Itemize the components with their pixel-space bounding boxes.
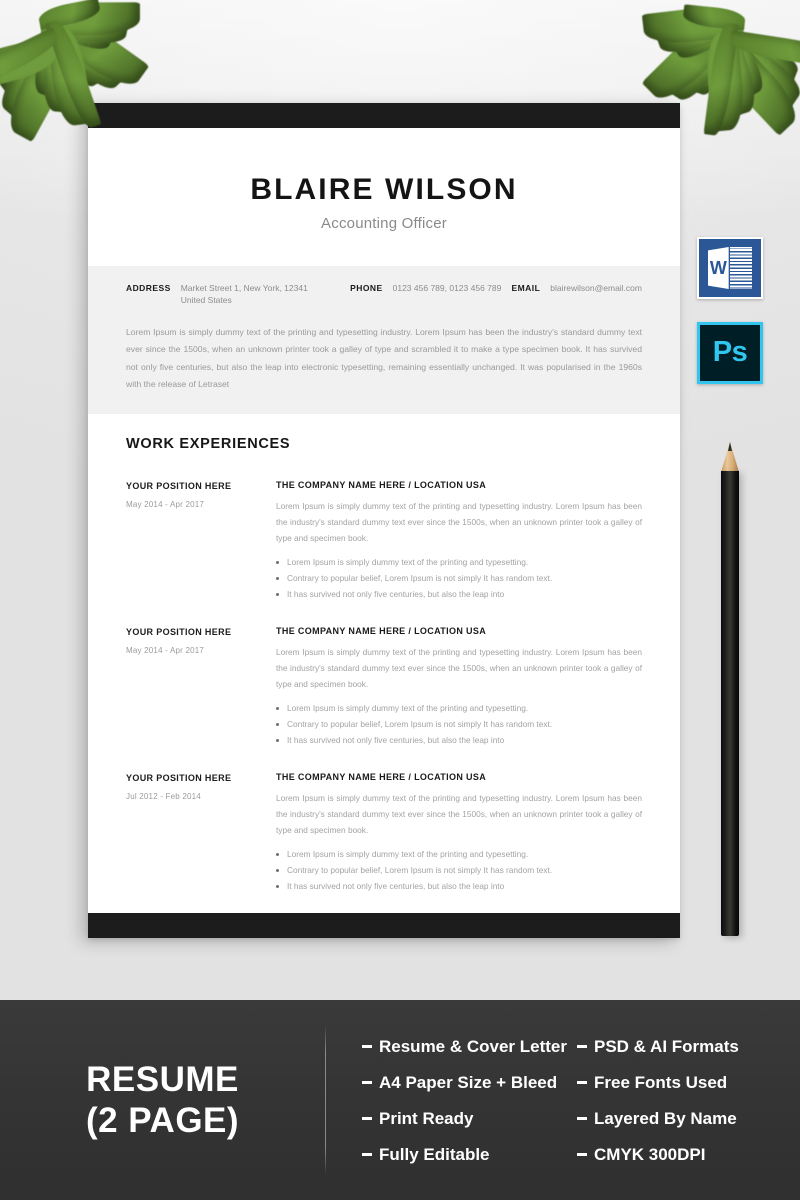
pencil-lead bbox=[728, 442, 732, 451]
page-top-black-bar bbox=[88, 103, 680, 128]
work-entry-description: Lorem Ipsum is simply dummy text of the … bbox=[276, 501, 642, 544]
work-entry-description: Lorem Ipsum is simply dummy text of the … bbox=[276, 793, 642, 836]
adobe-photoshop-icon[interactable]: Ps bbox=[697, 322, 763, 384]
contact-row: ADDRESS Market Street 1, New York, 12341… bbox=[126, 282, 642, 307]
resume-content: BLAIRE WILSON Accounting Officer ADDRESS… bbox=[88, 131, 680, 910]
work-entry-company: THE COMPANY NAME HERE / LOCATION USA bbox=[276, 480, 487, 491]
dash-icon bbox=[577, 1044, 587, 1048]
work-entry-bullet: Lorem Ipsum is simply dummy text of the … bbox=[276, 554, 642, 570]
work-entry-bullet: Contrary to popular belief, Lorem Ipsum … bbox=[276, 862, 642, 878]
dash-icon bbox=[362, 1116, 372, 1120]
banner-title-line-1: RESUME bbox=[86, 1059, 239, 1099]
feature-label: A4 Paper Size + Bleed bbox=[379, 1072, 558, 1092]
work-entry-company: THE COMPANY NAME HERE / LOCATION USA bbox=[276, 626, 487, 637]
feature-label: Print Ready bbox=[379, 1108, 474, 1128]
word-text-lines bbox=[729, 247, 752, 289]
page-bottom-black-bar bbox=[88, 913, 680, 938]
banner-title-line-2: (2 PAGE) bbox=[85, 1101, 240, 1140]
work-entry-bullet: Lorem Ipsum is simply dummy text of the … bbox=[276, 700, 642, 716]
feature-item: Print Ready bbox=[362, 1110, 577, 1127]
work-experience-entry: YOUR POSITION HERE Jul 2012 - Feb 2014 T… bbox=[126, 772, 642, 894]
feature-column-1: Resume & Cover Letter A4 Paper Size + Bl… bbox=[362, 1028, 577, 1172]
work-entry-bullet: It has survived not only five centuries,… bbox=[276, 732, 642, 748]
word-cover: W bbox=[708, 247, 729, 289]
work-entry-bullets: Lorem Ipsum is simply dummy text of the … bbox=[276, 846, 642, 895]
contact-address-value: Market Street 1, New York, 12341 United … bbox=[180, 283, 308, 306]
feature-item: PSD & AI Formats bbox=[577, 1038, 800, 1055]
resume-header: BLAIRE WILSON Accounting Officer bbox=[88, 131, 680, 266]
work-entry-bullets: Lorem Ipsum is simply dummy text of the … bbox=[276, 700, 642, 749]
feature-label: Free Fonts Used bbox=[594, 1072, 728, 1092]
product-info-banner: RESUME (2 PAGE) Resume & Cover Letter A4… bbox=[0, 1000, 800, 1200]
work-entry-bullet: It has survived not only five centuries,… bbox=[276, 878, 642, 894]
work-entry-description: Lorem Ipsum is simply dummy text of the … bbox=[276, 647, 642, 690]
work-entry-bullet: It has survived not only five centuries,… bbox=[276, 586, 642, 602]
profile-summary: Lorem Ipsum is simply dummy text of the … bbox=[126, 326, 642, 390]
work-entry-dates: Jul 2012 - Feb 2014 bbox=[126, 792, 201, 802]
photoshop-letter: Ps bbox=[712, 335, 748, 368]
feature-label: Fully Editable bbox=[379, 1144, 490, 1164]
work-entry-bullets: Lorem Ipsum is simply dummy text of the … bbox=[276, 554, 642, 603]
dash-icon bbox=[362, 1152, 372, 1156]
feature-item: Layered By Name bbox=[577, 1110, 800, 1127]
work-entry-detail: THE COMPANY NAME HERE / LOCATION USA Lor… bbox=[276, 772, 642, 894]
dash-icon bbox=[362, 1044, 372, 1048]
feature-item: A4 Paper Size + Bleed bbox=[362, 1074, 577, 1091]
feature-item: CMYK 300DPI bbox=[577, 1146, 800, 1163]
work-entry-detail: THE COMPANY NAME HERE / LOCATION USA Lor… bbox=[276, 626, 642, 748]
contact-email-label: EMAIL bbox=[511, 282, 541, 293]
work-entry-meta: YOUR POSITION HERE May 2014 - Apr 2017 bbox=[126, 480, 276, 602]
feature-label: Resume & Cover Letter bbox=[379, 1036, 568, 1056]
banner-title-block: RESUME (2 PAGE) bbox=[0, 1059, 325, 1142]
contact-email-value: blairewilson@email.com bbox=[550, 283, 642, 293]
microsoft-word-icon[interactable]: W bbox=[697, 237, 763, 299]
dash-icon bbox=[577, 1152, 587, 1156]
resume-page[interactable]: BLAIRE WILSON Accounting Officer ADDRESS… bbox=[88, 103, 680, 938]
work-experience-entry: YOUR POSITION HERE May 2014 - Apr 2017 T… bbox=[126, 480, 642, 602]
candidate-job-title: Accounting Officer bbox=[321, 215, 447, 232]
contact-and-summary-band: ADDRESS Market Street 1, New York, 12341… bbox=[88, 266, 680, 415]
word-document-glyph: W bbox=[708, 247, 752, 289]
candidate-name: BLAIRE WILSON bbox=[250, 173, 518, 206]
feature-item: Resume & Cover Letter bbox=[362, 1038, 577, 1055]
feature-item: Fully Editable bbox=[362, 1146, 577, 1163]
photoshop-tile: Ps bbox=[697, 322, 763, 384]
feature-item: Free Fonts Used bbox=[577, 1074, 800, 1091]
feature-column-2: PSD & AI Formats Free Fonts Used Layered… bbox=[577, 1028, 800, 1172]
work-entry-bullet: Contrary to popular belief, Lorem Ipsum … bbox=[276, 570, 642, 586]
work-entry-company: THE COMPANY NAME HERE / LOCATION USA bbox=[276, 772, 487, 783]
dash-icon bbox=[577, 1080, 587, 1084]
work-entry-bullet: Contrary to popular belief, Lorem Ipsum … bbox=[276, 716, 642, 732]
work-experience-section: WORK EXPERIENCES YOUR POSITION HERE May … bbox=[88, 414, 680, 894]
banner-feature-list: Resume & Cover Letter A4 Paper Size + Bl… bbox=[326, 1028, 800, 1172]
work-entry-bullet: Lorem Ipsum is simply dummy text of the … bbox=[276, 846, 642, 862]
feature-label: Layered By Name bbox=[594, 1108, 737, 1128]
pencil-icon bbox=[721, 442, 739, 936]
work-entry-position: YOUR POSITION HERE bbox=[126, 773, 232, 784]
work-entry-dates: May 2014 - Apr 2017 bbox=[126, 646, 205, 656]
work-entry-position: YOUR POSITION HERE bbox=[126, 481, 232, 492]
contact-phone-label: PHONE bbox=[350, 282, 383, 293]
contact-address-label: ADDRESS bbox=[126, 282, 171, 293]
work-entry-meta: YOUR POSITION HERE May 2014 - Apr 2017 bbox=[126, 626, 276, 748]
feature-label: PSD & AI Formats bbox=[594, 1036, 739, 1056]
dash-icon bbox=[362, 1080, 372, 1084]
work-experience-entry: YOUR POSITION HERE May 2014 - Apr 2017 T… bbox=[126, 626, 642, 748]
work-experience-heading: WORK EXPERIENCES bbox=[126, 436, 291, 453]
work-entry-position: YOUR POSITION HERE bbox=[126, 627, 232, 638]
word-tile: W bbox=[697, 237, 763, 299]
pencil-body bbox=[721, 471, 739, 936]
contact-phone-value: 0123 456 789, 0123 456 789 bbox=[392, 283, 502, 293]
dash-icon bbox=[577, 1116, 587, 1120]
work-entry-dates: May 2014 - Apr 2017 bbox=[126, 500, 205, 510]
feature-label: CMYK 300DPI bbox=[594, 1144, 706, 1164]
contact-address: ADDRESS Market Street 1, New York, 12341… bbox=[126, 282, 350, 307]
contact-phone: PHONE 0123 456 789, 0123 456 789 bbox=[350, 282, 511, 294]
word-letter: W bbox=[709, 258, 727, 278]
work-entry-meta: YOUR POSITION HERE Jul 2012 - Feb 2014 bbox=[126, 772, 276, 894]
contact-email: EMAIL blairewilson@email.com bbox=[512, 282, 642, 294]
work-entry-detail: THE COMPANY NAME HERE / LOCATION USA Lor… bbox=[276, 480, 642, 602]
